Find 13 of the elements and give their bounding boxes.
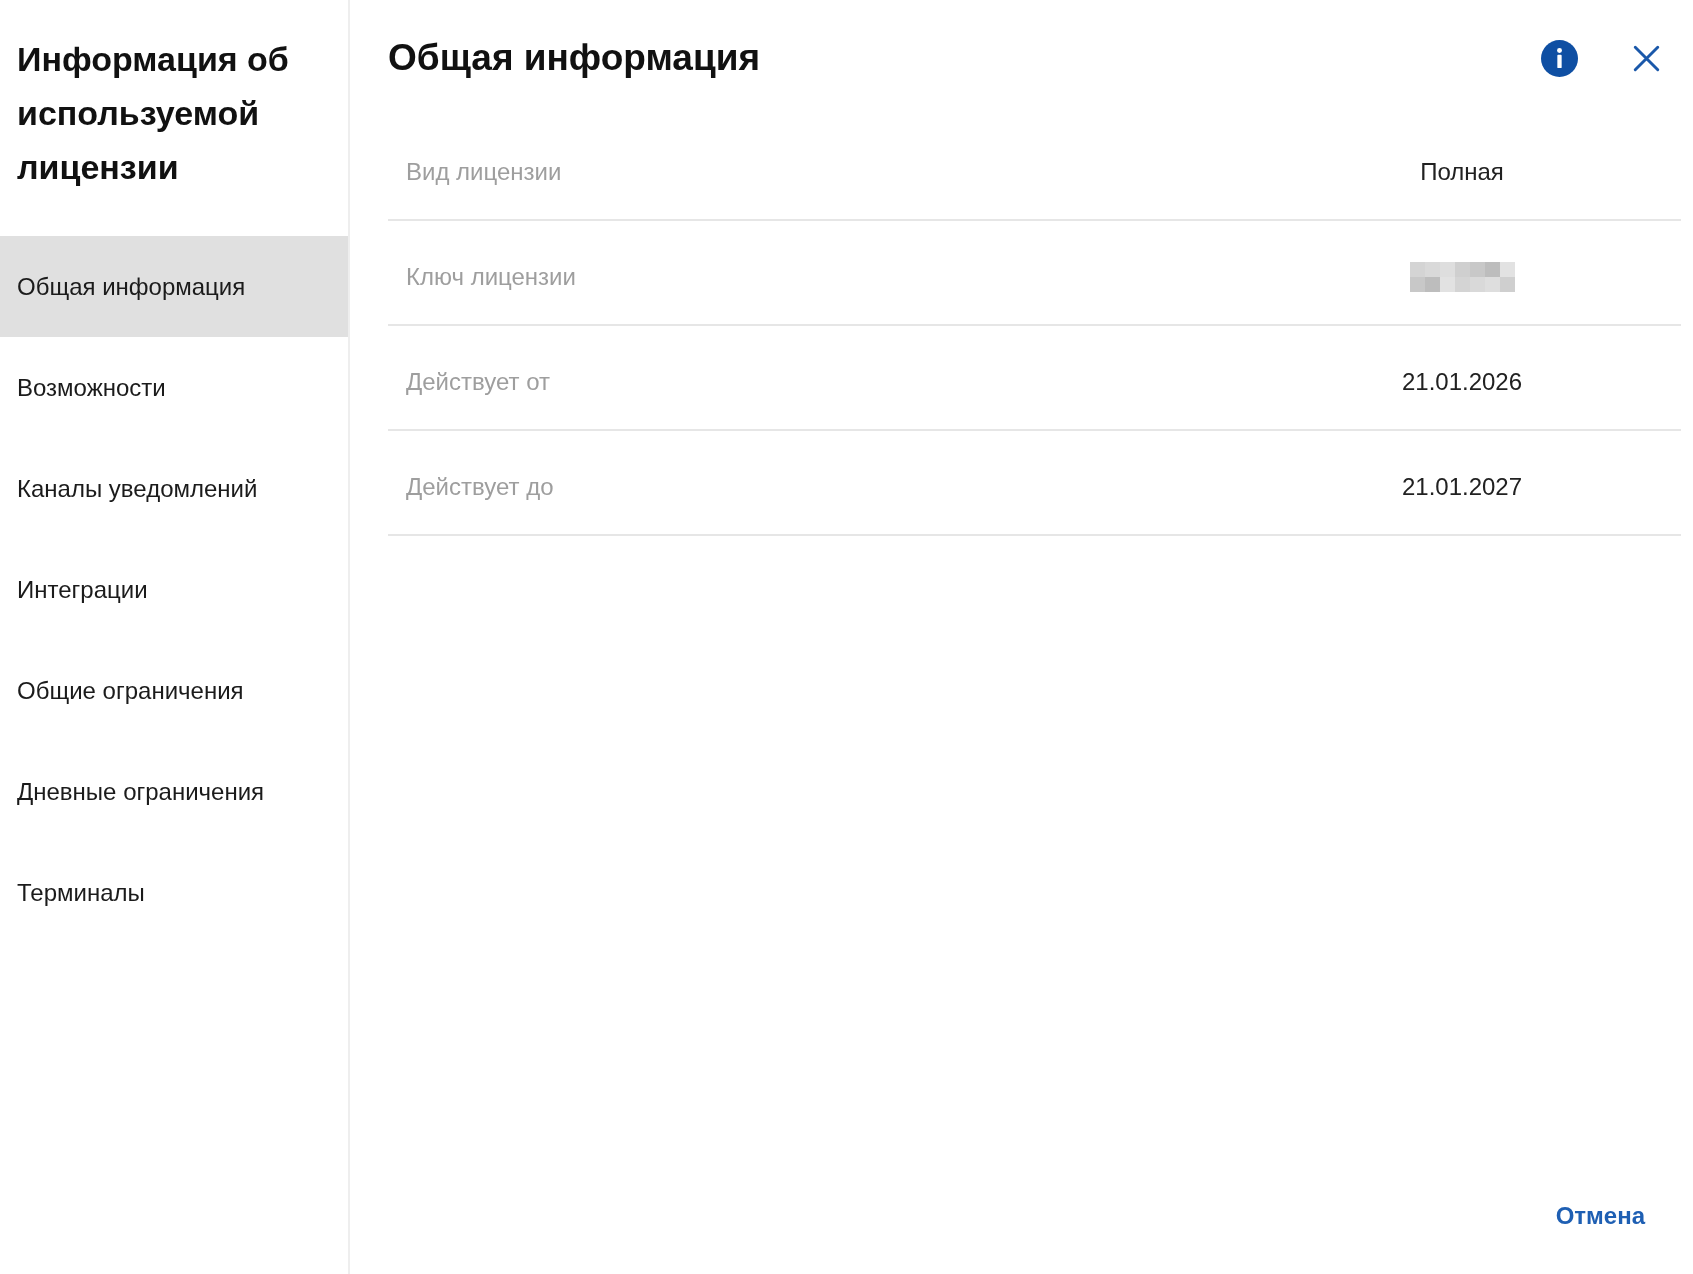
field-value: 21.01.2026 <box>1401 366 1523 397</box>
field-label: Ключ лицензии <box>405 261 577 292</box>
field-value: 21.01.2027 <box>1401 471 1523 502</box>
field-label: Действует до <box>405 471 555 502</box>
field-label: Вид лицензии <box>405 156 563 187</box>
field-value: Полная <box>1420 156 1504 187</box>
field-label: Действует от <box>405 366 551 397</box>
sidebar-title: Информация об используемой лицензии <box>17 39 290 188</box>
page-title: Общая информация <box>388 36 760 81</box>
info-icon[interactable] <box>1541 39 1578 77</box>
sidebar-item[interactable]: Общая информация <box>0 236 348 337</box>
close-icon[interactable] <box>1633 44 1660 72</box>
cancel-button[interactable]: Отмена <box>1539 1190 1661 1242</box>
